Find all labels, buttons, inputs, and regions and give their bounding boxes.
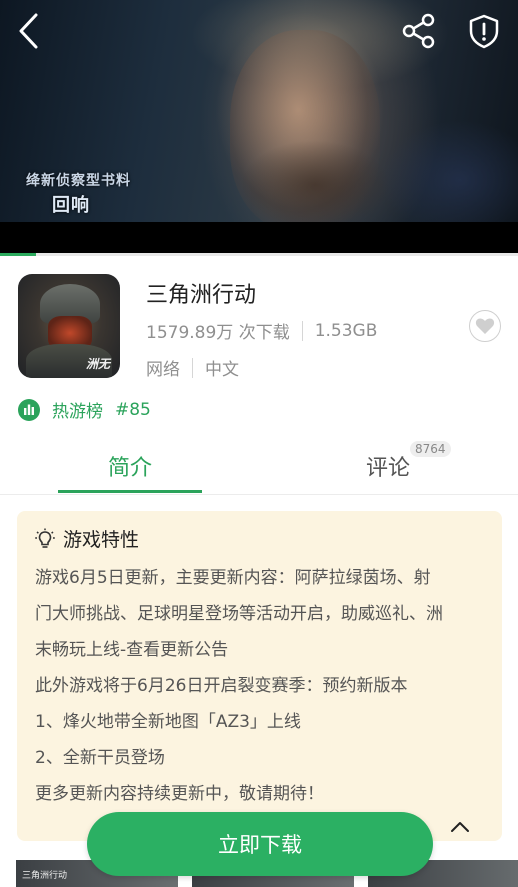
back-button[interactable] [10, 12, 48, 50]
download-button[interactable]: 立即下载 [87, 812, 433, 876]
app-type: 网络 [146, 360, 180, 380]
reviews-count-badge: 8764 [410, 441, 451, 457]
divider [301, 320, 303, 341]
feature-line: 1、烽火地带全新地图「AZ3」上线 [35, 712, 301, 732]
hero-video[interactable]: 绛新侦察型书料 回响 [0, 0, 518, 222]
collapse-button[interactable] [446, 813, 474, 841]
chevron-up-icon [451, 822, 469, 832]
download-count: 1579.89万 次下载 [146, 323, 290, 343]
hero-art-beard [240, 140, 390, 222]
shield-alert-icon [469, 14, 499, 49]
chart-icon [18, 398, 40, 421]
rank-number: #85 [115, 399, 151, 420]
video-progress-fill [0, 253, 37, 256]
heart-icon [475, 318, 495, 334]
hero-caption-line1: 绛新侦察型书料 [26, 173, 131, 189]
features-title: 游戏特性 [63, 529, 140, 551]
feature-line[interactable]: 末畅玩上线-查看更新公告 [35, 635, 228, 660]
features-card: 游戏特性 游戏6月5日更新，主要更新内容：阿萨拉绿茵场、射 门大师挑战、足球明星… [17, 511, 502, 841]
feature-line: 2、全新干员登场 [35, 748, 165, 768]
tab-active-indicator [58, 490, 202, 493]
rank-label: 热游榜 [52, 402, 103, 422]
app-icon: 洲无 [18, 274, 120, 378]
feature-line: 此外游戏将于6月26日开启裂变赛季：预约新版本 [35, 676, 408, 696]
app-stats: 1579.89万 次下载 1.53GB [146, 318, 377, 343]
app-name: 三角洲行动 [146, 283, 257, 308]
back-icon [19, 13, 38, 49]
video-control-bar [0, 222, 518, 255]
app-tags: 网络 中文 [146, 355, 239, 380]
hero-caption-line2: 回响 [52, 195, 90, 216]
feature-line: 游戏6月5日更新，主要更新内容：阿萨拉绿茵场、射 [35, 568, 431, 588]
features-header: 游戏特性 [35, 525, 139, 552]
hero-art-hood [380, 120, 518, 222]
favorite-button[interactable] [469, 310, 501, 342]
thumbnail-logo: 三角洲行动 [22, 871, 68, 881]
tab-reviews[interactable]: 评论 [366, 450, 410, 482]
app-size: 1.53GB [314, 320, 378, 341]
app-language: 中文 [205, 360, 239, 380]
share-icon [402, 13, 435, 49]
lightbulb-icon [35, 528, 55, 548]
app-icon-tag: 洲无 [85, 357, 110, 371]
feature-line: 更多更新内容持续更新中，敬请期待！ [35, 784, 324, 804]
divider [192, 357, 193, 378]
hot-games-rank[interactable]: 热游榜 #85 [18, 397, 151, 422]
feature-line: 门大师挑战、足球明星登场等活动开启，助威巡礼、洲 [35, 604, 443, 624]
report-button[interactable] [465, 12, 503, 50]
tab-intro[interactable]: 简介 [108, 450, 152, 482]
video-progress-bar[interactable] [0, 253, 518, 256]
share-button[interactable] [400, 12, 438, 50]
